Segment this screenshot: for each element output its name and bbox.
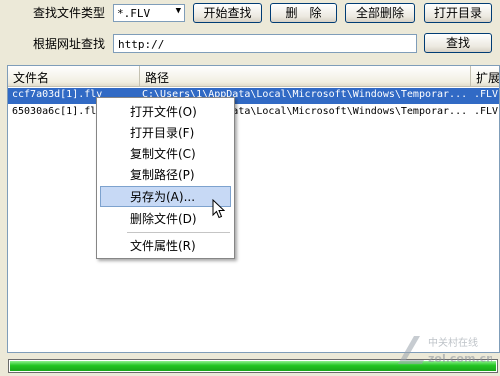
- file-type-label: 查找文件类型: [33, 6, 106, 20]
- table-row[interactable]: 65030a6c[1].flv C:\Users\1\AppData\Local…: [8, 105, 499, 121]
- start-search-button[interactable]: 开始查找: [193, 3, 262, 23]
- context-menu: 打开文件(O) 打开目录(F) 复制文件(C) 复制路径(P) 另存为(A)..…: [96, 97, 235, 259]
- column-header-path[interactable]: 路径: [140, 66, 471, 87]
- search-button[interactable]: 查找: [424, 33, 492, 53]
- delete-all-button[interactable]: 全部删除: [345, 3, 415, 23]
- file-list[interactable]: 文件名 路径 扩展名 ccf7a03d[1].flv C:\Users\1\Ap…: [7, 65, 500, 353]
- menu-item-copy-path[interactable]: 复制路径(P): [100, 164, 231, 185]
- svg-text:中关村在线: 中关村在线: [428, 336, 478, 349]
- file-type-select[interactable]: *.FLV ▼: [113, 4, 185, 22]
- table-row[interactable]: ccf7a03d[1].flv C:\Users\1\AppData\Local…: [8, 88, 499, 104]
- menu-item-open-file[interactable]: 打开文件(O): [100, 101, 231, 122]
- mouse-cursor-icon: [212, 199, 225, 219]
- column-header-extension[interactable]: 扩展名: [471, 66, 499, 87]
- svg-text:zol.com.cn: zol.com.cn: [428, 352, 492, 365]
- open-directory-button[interactable]: 打开目录: [424, 3, 492, 23]
- menu-item-copy-file[interactable]: 复制文件(C): [100, 143, 231, 164]
- cell-extension: .FLV: [474, 89, 499, 100]
- cell-extension: .FLV: [474, 106, 499, 117]
- menu-separator: [127, 232, 230, 233]
- url-label: 根据网址查找: [33, 37, 106, 51]
- column-header-filename[interactable]: 文件名: [8, 66, 140, 87]
- zol-watermark-logo: 中关村在线 zol.com.cn: [398, 336, 492, 365]
- chevron-down-icon[interactable]: ▼: [176, 6, 181, 16]
- menu-item-open-directory[interactable]: 打开目录(F): [100, 122, 231, 143]
- url-input[interactable]: http://: [113, 34, 417, 53]
- menu-item-file-properties[interactable]: 文件属性(R): [100, 235, 231, 256]
- delete-button[interactable]: 删 除: [270, 3, 337, 23]
- file-type-value: *.FLV: [117, 7, 151, 20]
